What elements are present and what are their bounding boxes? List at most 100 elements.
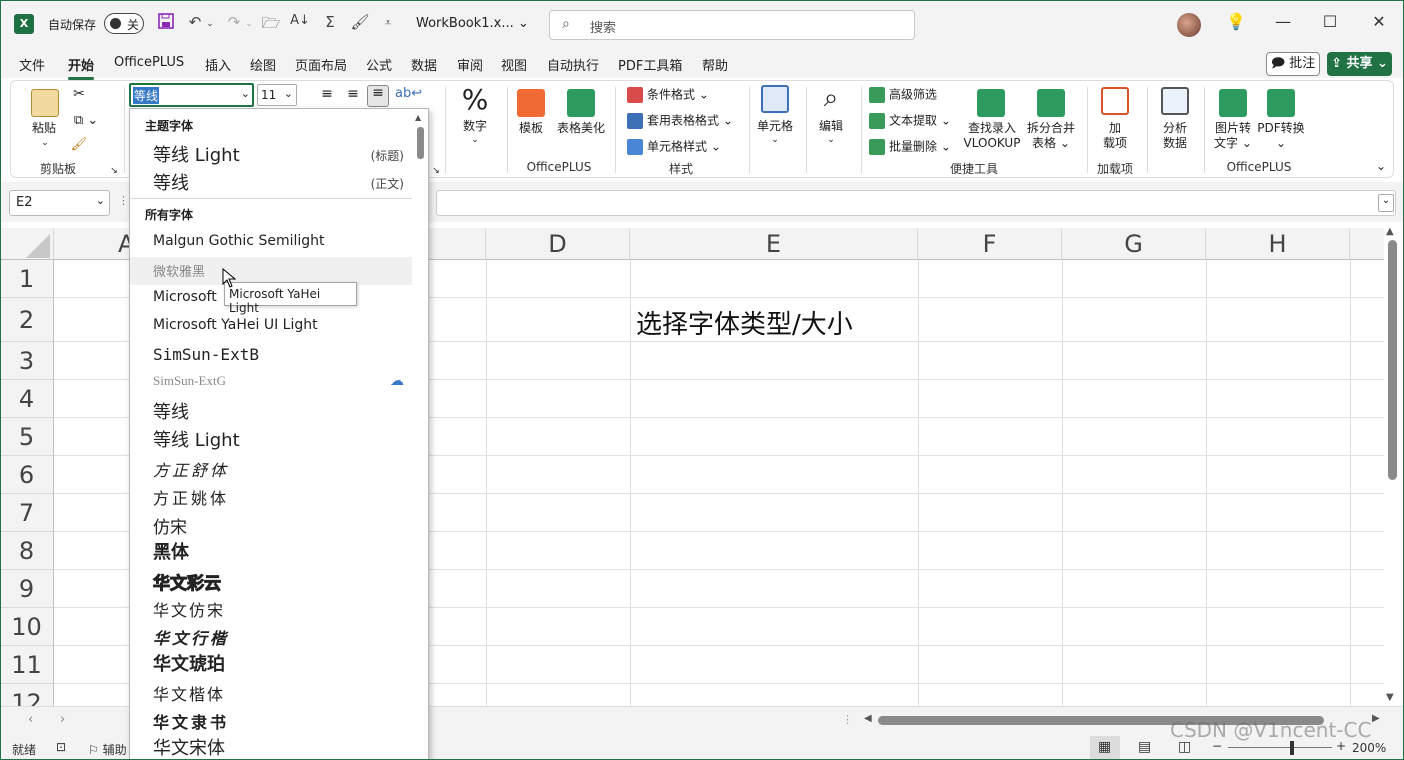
formula-input[interactable] bbox=[436, 190, 1396, 216]
font-option-theme-heading[interactable]: 等线 Light (标题) bbox=[130, 140, 412, 168]
table-format-button[interactable]: 套用表格格式 ⌄ bbox=[627, 113, 747, 129]
row-header-7[interactable]: 7 bbox=[0, 494, 54, 532]
wrap-text-icon[interactable]: ab↩ bbox=[395, 86, 422, 101]
cell-e2[interactable]: 选择字体类型/大小 bbox=[636, 304, 853, 341]
dropdown-scroll-thumb[interactable] bbox=[417, 127, 424, 159]
font-name-combobox[interactable]: 等线 ⌄ bbox=[129, 83, 254, 107]
paste-dropdown-icon[interactable]: ⌄ bbox=[35, 136, 55, 151]
row-header-10[interactable]: 10 bbox=[0, 608, 54, 646]
vlookup-icon[interactable] bbox=[977, 89, 1005, 117]
row-header-9[interactable]: 9 bbox=[0, 570, 54, 608]
scroll-down-icon[interactable]: ▼ bbox=[1386, 692, 1394, 703]
pdf-convert-icon[interactable] bbox=[1267, 89, 1295, 117]
copy-icon[interactable]: ⧉ ⌄ bbox=[69, 113, 103, 128]
tab-officeplus[interactable]: OfficePLUS bbox=[114, 55, 184, 70]
conditional-format-button[interactable]: 条件格式 ⌄ bbox=[627, 87, 739, 103]
scroll-left-icon[interactable]: ◀ bbox=[864, 713, 872, 724]
paste-button[interactable]: 粘贴 bbox=[27, 121, 61, 136]
select-all-corner[interactable] bbox=[0, 228, 54, 260]
tab-home[interactable]: 开始 bbox=[68, 55, 95, 80]
row-header-6[interactable]: 6 bbox=[0, 456, 54, 494]
cut-icon[interactable]: ✂ bbox=[69, 87, 89, 102]
alignment-launcher-icon[interactable]: ↘ bbox=[431, 164, 441, 179]
scroll-up-icon[interactable]: ▲ bbox=[1386, 226, 1394, 237]
open-folder-icon[interactable]: 🗁 bbox=[261, 13, 281, 38]
lightbulb-icon[interactable]: 💡 bbox=[1221, 12, 1251, 31]
font-option[interactable]: 华文仿宋 bbox=[130, 593, 412, 621]
tab-file[interactable]: 文件 bbox=[19, 55, 45, 74]
font-option[interactable]: SimSun-ExtG ☁ bbox=[130, 369, 412, 397]
redo-icon[interactable]: ↷ bbox=[224, 13, 244, 31]
font-option[interactable]: Malgun Gothic Semilight bbox=[130, 229, 412, 257]
dropdown-scroll-up-icon[interactable]: ▲ bbox=[415, 113, 421, 122]
scroll-right-icon[interactable]: ▶ bbox=[1372, 713, 1380, 724]
column-header-f[interactable]: F bbox=[918, 228, 1062, 260]
split-merge-icon[interactable] bbox=[1037, 89, 1065, 117]
row-header-3[interactable]: 3 bbox=[0, 342, 54, 380]
font-option[interactable]: 等线 Light bbox=[130, 425, 412, 453]
analyze-data-button[interactable]: 分析 数据 bbox=[1153, 121, 1197, 151]
advanced-filter-button[interactable]: 高级筛选 bbox=[869, 87, 951, 103]
align-bottom-icon[interactable]: ≡ bbox=[367, 85, 389, 107]
font-option[interactable]: SimSun-ExtB bbox=[130, 341, 412, 369]
cells-button[interactable]: 单元格 bbox=[753, 119, 797, 134]
tab-help[interactable]: 帮助 bbox=[702, 55, 728, 74]
addins-button[interactable]: 加载项 bbox=[1093, 121, 1137, 151]
column-header-d[interactable]: D bbox=[486, 228, 630, 260]
clipboard-launcher-icon[interactable]: ↘ bbox=[109, 164, 119, 179]
font-option[interactable]: 华文楷体 bbox=[130, 677, 412, 705]
image-to-text-icon[interactable] bbox=[1219, 89, 1247, 117]
more-options-icon[interactable]: ⋮ bbox=[118, 194, 129, 207]
font-option[interactable]: 华文彩云 bbox=[130, 565, 412, 595]
table-beautify-icon[interactable] bbox=[567, 89, 595, 117]
font-option[interactable]: 微软雅黑 bbox=[130, 257, 412, 285]
accessibility-status[interactable]: ⚐ 辅助 bbox=[88, 741, 127, 758]
expand-formula-bar-icon[interactable]: ⌄ bbox=[1378, 194, 1394, 212]
tab-page-layout[interactable]: 页面布局 bbox=[295, 55, 347, 74]
font-option[interactable]: 仿宋 bbox=[130, 509, 412, 537]
row-header-2[interactable]: 2 bbox=[0, 298, 54, 342]
font-option[interactable]: 华文行楷 bbox=[130, 621, 412, 649]
number-format-button[interactable]: 数字 bbox=[457, 119, 493, 134]
percent-icon[interactable]: % bbox=[457, 85, 493, 115]
autosave-toggle[interactable]: 关 bbox=[104, 13, 144, 34]
minimize-icon[interactable]: — bbox=[1268, 12, 1298, 31]
dropdown-scrollbar[interactable] bbox=[413, 109, 428, 759]
tab-review[interactable]: 审阅 bbox=[457, 55, 483, 74]
tab-draw[interactable]: 绘图 bbox=[250, 55, 276, 74]
zoom-level[interactable]: 200% bbox=[1352, 741, 1386, 755]
undo-icon[interactable]: ↶ bbox=[185, 13, 205, 31]
format-painter-icon[interactable]: 🖌 bbox=[69, 137, 89, 152]
editing-search-icon[interactable]: ⌕ bbox=[815, 83, 847, 113]
close-icon[interactable]: ✕ bbox=[1364, 12, 1394, 31]
splitter-icon[interactable]: ⋮ bbox=[842, 713, 853, 726]
font-option[interactable]: Microsoft YaHei UI Light bbox=[130, 313, 412, 341]
column-header-h[interactable]: H bbox=[1206, 228, 1350, 260]
row-header-8[interactable]: 8 bbox=[0, 532, 54, 570]
batch-delete-button[interactable]: 批量删除 ⌄ bbox=[869, 139, 959, 155]
font-option[interactable]: 华文隶书 bbox=[130, 705, 412, 733]
cloud-download-icon[interactable]: ☁ bbox=[390, 373, 404, 389]
row-header-4[interactable]: 4 bbox=[0, 380, 54, 418]
font-option[interactable]: 黑体 bbox=[130, 537, 412, 565]
tab-insert[interactable]: 插入 bbox=[205, 55, 231, 74]
undo-dropdown-icon[interactable]: ⌄ bbox=[205, 19, 215, 29]
split-merge-button[interactable]: 拆分合并 表格 ⌄ bbox=[1023, 121, 1079, 151]
row-header-11[interactable]: 11 bbox=[0, 646, 54, 684]
sum-icon[interactable]: Σ bbox=[320, 13, 340, 31]
addins-icon[interactable] bbox=[1101, 87, 1129, 115]
template-icon[interactable] bbox=[517, 89, 545, 117]
vlookup-button[interactable]: 查找录入 VLOOKUP bbox=[961, 121, 1023, 151]
tab-data[interactable]: 数据 bbox=[411, 55, 437, 74]
font-option[interactable]: 等线 bbox=[130, 397, 412, 425]
font-size-combobox[interactable]: 11 ⌄ bbox=[257, 84, 297, 106]
analyze-data-icon[interactable] bbox=[1161, 87, 1189, 115]
text-extract-button[interactable]: 文本提取 ⌄ bbox=[869, 113, 959, 129]
tab-automate[interactable]: 自动执行 bbox=[547, 55, 599, 74]
font-dropdown-list[interactable]: 主题字体 等线 Light (标题) 等线 (正文) 所有字体 Malgun G… bbox=[129, 108, 429, 760]
cells-icon[interactable] bbox=[761, 85, 789, 113]
image-to-text-button[interactable]: 图片转 文字 ⌄ bbox=[1207, 121, 1259, 151]
prev-sheet-icon[interactable]: ‹ bbox=[28, 712, 33, 727]
align-top-icon[interactable]: ≡ bbox=[317, 87, 337, 102]
column-header-e[interactable]: E bbox=[630, 228, 918, 260]
